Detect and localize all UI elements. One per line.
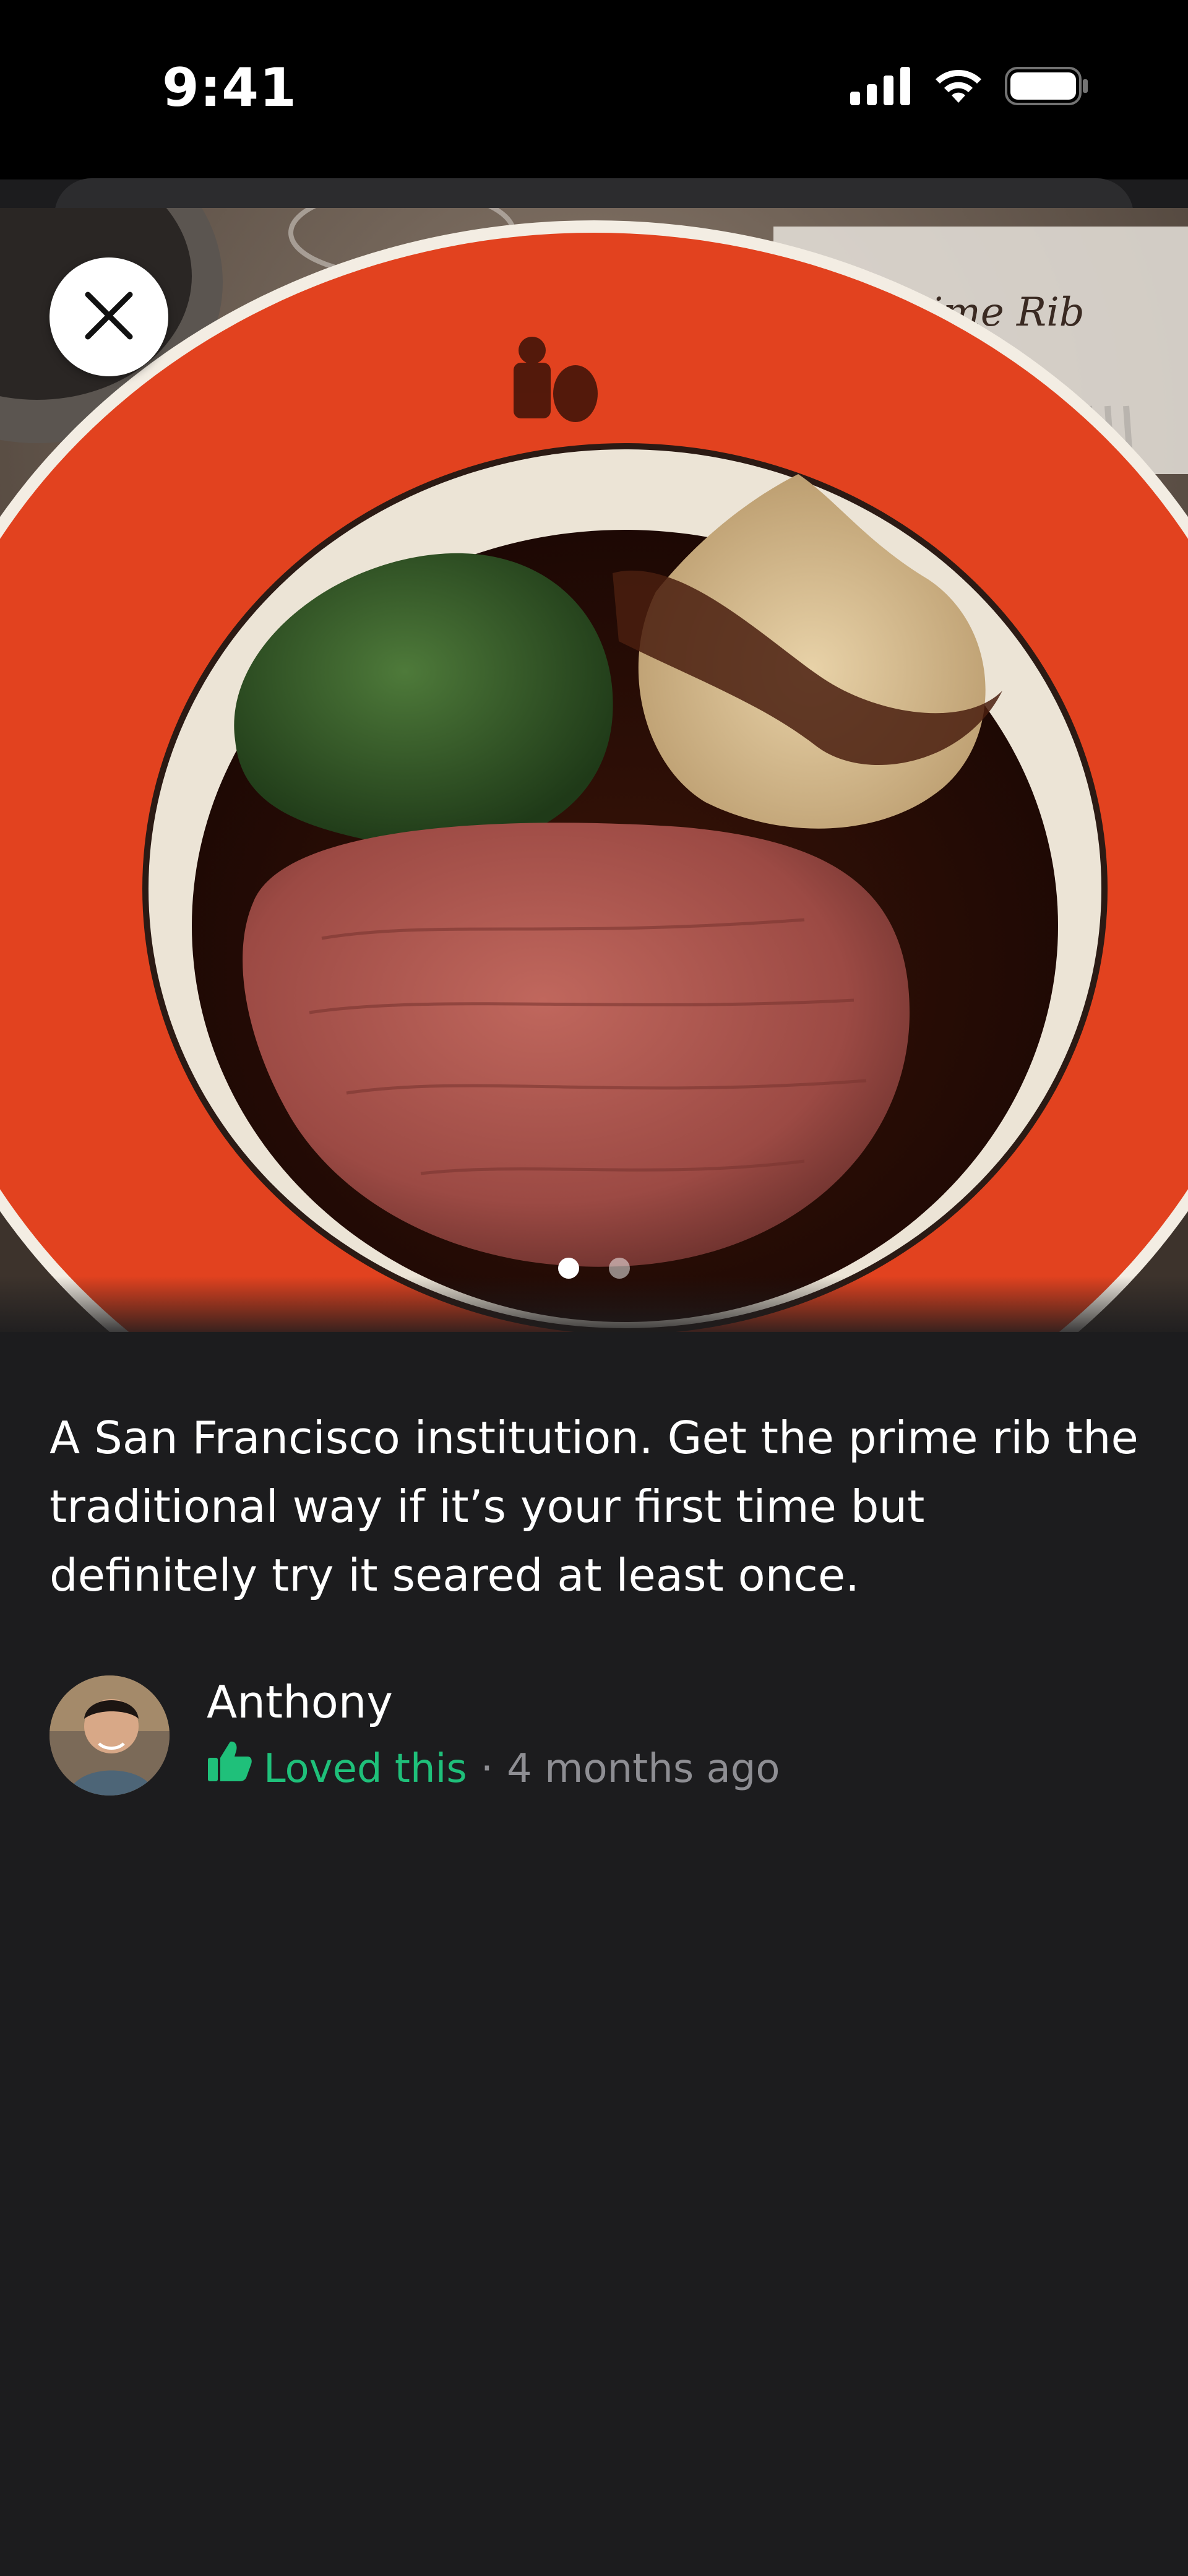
cellular-signal-icon (850, 67, 912, 108)
close-icon (82, 288, 136, 345)
review-time: 4 months ago (507, 1746, 780, 1792)
photo-bottom-fade (0, 1276, 1188, 1332)
avatar[interactable] (50, 1675, 170, 1796)
review-meta: Loved this · 4 months ago (207, 1739, 780, 1799)
photo-carousel[interactable]: Prime Rib (0, 208, 1188, 1332)
status-time: 9:41 (162, 57, 297, 119)
author-row: Anthony Loved this · 4 months ago (50, 1674, 780, 1797)
page-dot-1[interactable] (558, 1258, 579, 1279)
author-name[interactable]: Anthony (207, 1672, 780, 1732)
close-button[interactable] (50, 257, 168, 376)
meta-separator: · (480, 1746, 494, 1792)
page-indicator[interactable] (0, 1258, 1188, 1279)
page-dot-2[interactable] (609, 1258, 630, 1279)
author-info: Anthony Loved this · 4 months ago (207, 1672, 780, 1799)
battery-icon (1005, 67, 1089, 108)
status-icons (850, 67, 1089, 108)
wifi-icon (933, 67, 984, 108)
thumbs-up-icon (207, 1739, 252, 1799)
review-text: A San Francisco institution. Get the pri… (50, 1412, 1138, 1601)
reaction-label: Loved this (264, 1746, 467, 1792)
food-photo: Prime Rib (0, 208, 1188, 1332)
status-bar: 9:41 (0, 0, 1188, 179)
